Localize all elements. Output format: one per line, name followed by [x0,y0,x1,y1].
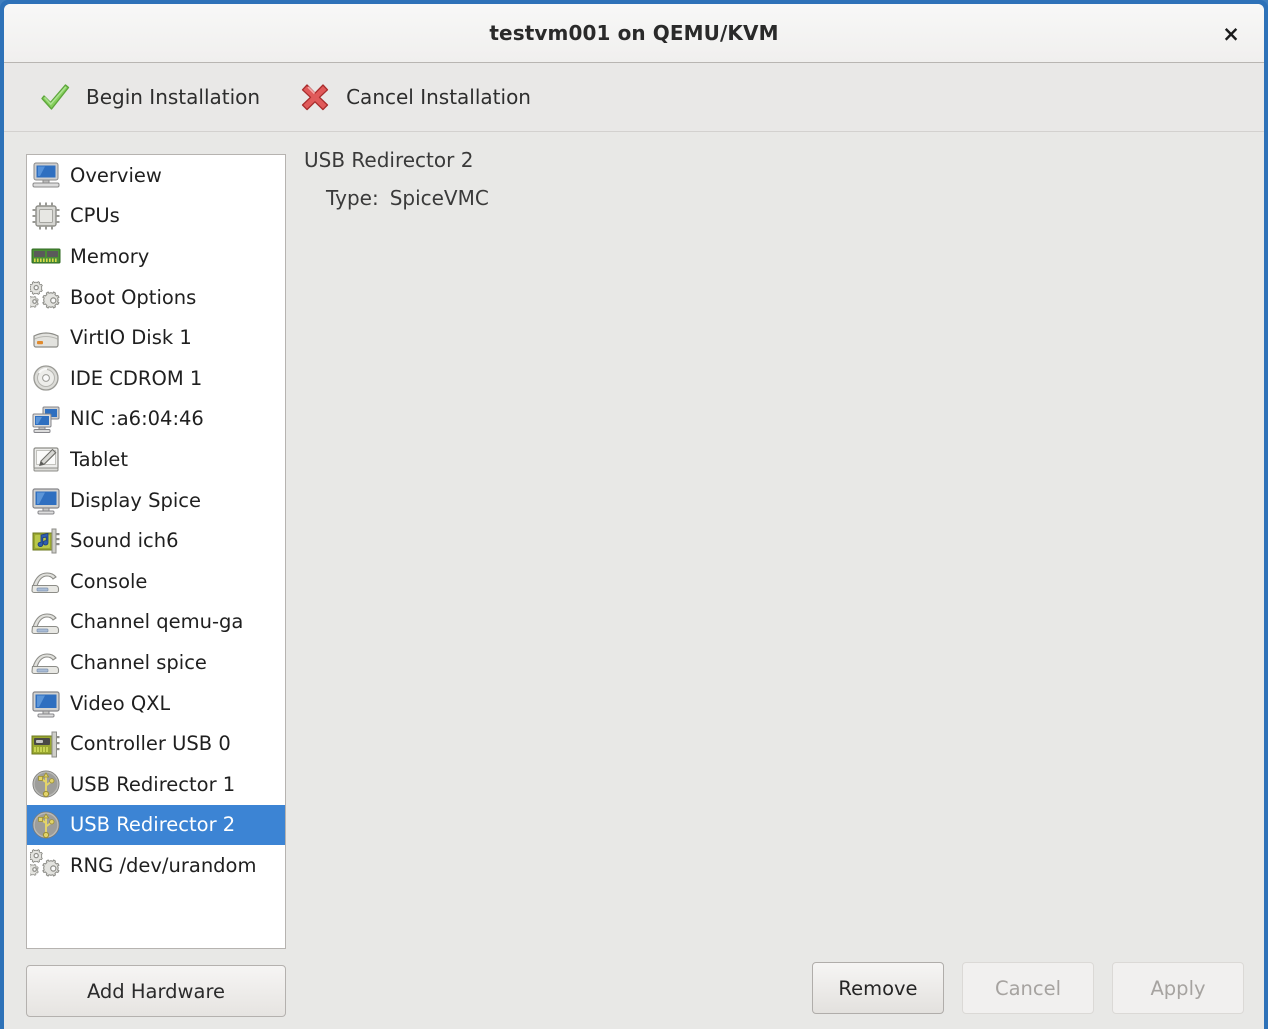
monitor-icon [30,484,62,516]
computer-icon [30,159,62,191]
sidebar-item-nic-a6-04-46[interactable]: NIC :a6:04:46 [27,399,285,440]
harddisk-icon [30,322,62,354]
memory-ram-icon [30,240,62,272]
sidebar-item-label: Controller USB 0 [70,732,231,756]
green-check-icon [38,80,72,114]
hardware-list[interactable]: Overview CPUs Memory Boot Options VirtIO Dis… [26,154,286,949]
monitor-icon [30,687,62,719]
content-area: Overview CPUs Memory Boot Options VirtIO Dis… [4,132,1264,1029]
console-icon [30,606,62,638]
sidebar-item-usb-redirector-1[interactable]: USB Redirector 1 [27,764,285,805]
detail-pane: USB Redirector 2 Type: SpiceVMC [304,148,1246,940]
sidebar-item-label: RNG /dev/urandom [70,853,257,877]
sidebar-item-usb-redirector-2[interactable]: USB Redirector 2 [27,804,285,846]
window-frame: testvm001 on QEMU/KVM × Begin Installati… [0,0,1268,1029]
console-icon [30,646,62,678]
sidebar-item-label: Display Spice [70,488,201,512]
sidebar-item-label: Tablet [70,447,129,471]
sidebar-item-video-qxl[interactable]: Video QXL [27,683,285,724]
network-icon [30,403,62,435]
begin-installation-label: Begin Installation [86,85,261,109]
sidebar-item-channel-spice[interactable]: Channel spice [27,642,285,683]
usb-icon [30,768,62,800]
sidebar-item-label: Overview [70,163,162,187]
sidebar-item-label: Memory [70,244,150,268]
sidebar-item-console[interactable]: Console [27,561,285,602]
apply-button-label: Apply [1150,976,1206,1000]
sidebar-item-tablet[interactable]: Tablet [27,439,285,480]
controller-card-icon [30,728,62,760]
sidebar-item-cpus[interactable]: CPUs [27,196,285,237]
cancel-installation-button[interactable]: Cancel Installation [288,75,541,119]
cancel-installation-label: Cancel Installation [346,85,531,109]
cancel-button-label: Cancel [994,976,1062,1000]
sidebar-item-label: Video QXL [70,691,171,715]
detail-title: USB Redirector 2 [304,148,474,172]
sidebar-item-rng-dev-urandom[interactable]: RNG /dev/urandom [27,845,285,886]
detail-row-type: Type: SpiceVMC [326,186,1246,210]
apply-button: Apply [1112,962,1244,1014]
red-x-icon [298,80,332,114]
toolbar: Begin Installation Cancel Installation [4,63,1264,132]
gears-icon [27,281,62,313]
cancel-button: Cancel [962,962,1094,1014]
sidebar-item-label: USB Redirector 1 [70,772,236,796]
sidebar-item-virtio-disk-1[interactable]: VirtIO Disk 1 [27,317,285,358]
sidebar-item-ide-cdrom-1[interactable]: IDE CDROM 1 [27,358,285,399]
begin-installation-button[interactable]: Begin Installation [28,75,270,119]
titlebar[interactable]: testvm001 on QEMU/KVM × [4,4,1264,63]
sidebar-item-memory[interactable]: Memory [27,236,285,277]
sidebar-item-display-spice[interactable]: Display Spice [27,480,285,521]
remove-button[interactable]: Remove [812,962,944,1014]
sidebar-item-label: CPUs [70,204,120,228]
console-icon [30,565,62,597]
sidebar-item-channel-qemu-ga[interactable]: Channel qemu-ga [27,602,285,643]
close-icon[interactable]: × [1216,20,1246,48]
sidebar-item-label: NIC :a6:04:46 [70,407,204,431]
window-title: testvm001 on QEMU/KVM [489,21,779,45]
sidebar-item-label: USB Redirector 2 [70,813,236,837]
sidebar-item-controller-usb-0[interactable]: Controller USB 0 [27,723,285,764]
detail-value-type: SpiceVMC [389,186,489,210]
cpu-chip-icon [30,200,62,232]
add-hardware-button[interactable]: Add Hardware [26,965,286,1017]
sidebar-item-boot-options[interactable]: Boot Options [27,277,285,318]
sidebar-item-overview[interactable]: Overview [27,155,285,196]
window-body: testvm001 on QEMU/KVM × Begin Installati… [4,4,1264,1029]
sidebar-item-label: Channel spice [70,650,207,674]
usb-icon [30,809,62,841]
add-hardware-label: Add Hardware [86,979,226,1003]
sidebar-item-sound-ich6[interactable]: Sound ich6 [27,520,285,561]
sound-card-icon [30,525,62,557]
sidebar-item-label: VirtIO Disk 1 [70,326,192,350]
sidebar-item-label: Channel qemu-ga [70,610,244,634]
sidebar-item-label: IDE CDROM 1 [70,366,203,390]
sidebar-item-label: Boot Options [70,285,197,309]
sidebar-item-label: Sound ich6 [70,529,179,553]
remove-button-label: Remove [838,976,918,1000]
sidebar-item-label: Console [70,569,148,593]
cdrom-disc-icon [30,362,62,394]
detail-key-type: Type: [326,186,379,210]
gears-icon [27,849,62,881]
tablet-pen-icon [30,443,62,475]
action-button-row: Remove Cancel Apply [812,962,1244,1014]
